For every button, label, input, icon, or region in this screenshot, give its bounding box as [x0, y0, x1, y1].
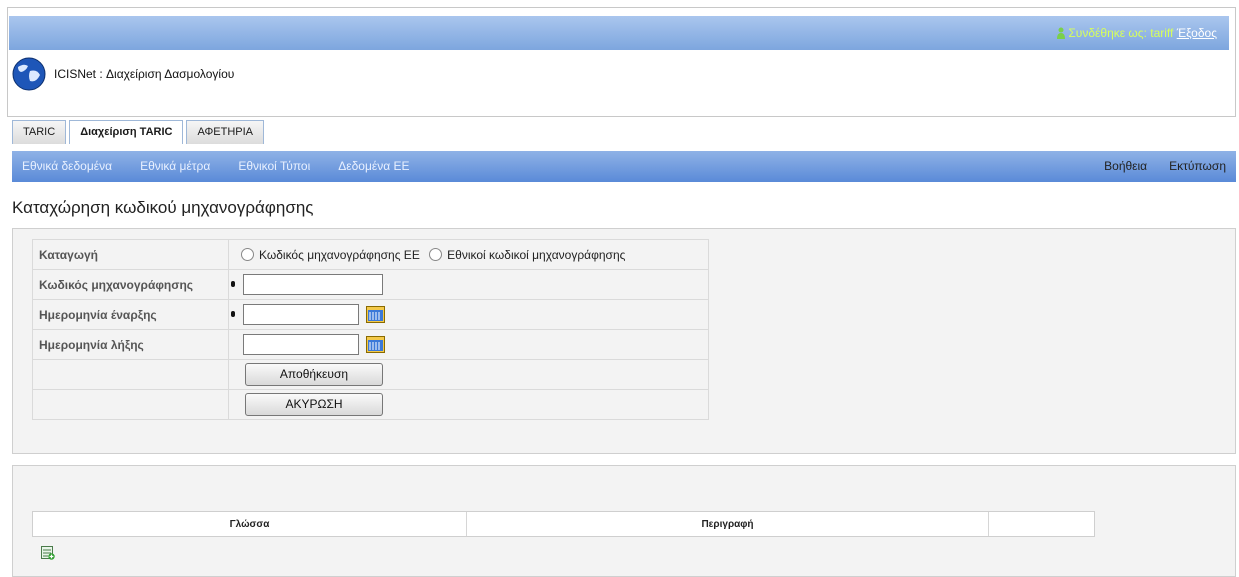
tab-taric[interactable]: TARIC — [12, 120, 67, 144]
radio-origin-national[interactable] — [429, 247, 443, 261]
app-title-text: ICISNet : Διαχείριση Δασμολογίου — [54, 67, 235, 81]
calendar-icon[interactable] — [366, 306, 386, 323]
nav-eu-data[interactable]: Δεδομένα ΕΕ — [338, 159, 409, 173]
save-button[interactable]: Αποθήκευση — [245, 363, 383, 386]
origin-eu-label: Κωδικός μηχανογράφησης ΕΕ — [259, 247, 420, 262]
end-date-label: Ημερομηνία λήξης — [32, 329, 229, 360]
origin-row: Καταγωγή Κωδικός μηχανογράφησης ΕΕ Εθνικ… — [32, 239, 709, 270]
start-date-row: Ημερομηνία έναρξης — [32, 299, 709, 330]
descriptions-grid-header: Γλώσσα Περιγραφή — [32, 511, 1095, 537]
descriptions-panel: Γλώσσα Περιγραφή — [12, 465, 1236, 577]
start-date-label: Ημερομηνία έναρξης — [32, 299, 229, 330]
origin-label: Καταγωγή — [32, 239, 229, 270]
logout-link[interactable]: Έξοδος — [1177, 26, 1217, 40]
column-language[interactable]: Γλώσσα — [33, 512, 467, 536]
form-panel: Καταγωγή Κωδικός μηχανογράφησης ΕΕ Εθνικ… — [12, 228, 1236, 454]
app-title: ICISNet : Διαχείριση Δασμολογίου — [12, 57, 234, 91]
page-title: Καταχώρηση κωδικού μηχανογράφησης — [12, 198, 314, 217]
cancel-row: ΑΚΥΡΩΣΗ — [32, 389, 709, 420]
header-bar: Συνδέθηκε ως: tariff Έξοδος — [9, 16, 1229, 50]
cancel-button[interactable]: ΑΚΥΡΩΣΗ — [245, 393, 383, 416]
add-row-icon[interactable] — [41, 546, 55, 560]
radio-origin-eu[interactable] — [241, 247, 254, 261]
nav-national-measures[interactable]: Εθνικά μέτρα — [140, 159, 210, 173]
calendar-icon[interactable] — [366, 336, 386, 353]
tab-taric-management[interactable]: Διαχείριση TARIC — [69, 120, 184, 144]
start-date-input[interactable] — [243, 304, 359, 325]
save-row: Αποθήκευση — [32, 359, 709, 390]
required-spacer — [231, 341, 235, 347]
nav-national-types[interactable]: Εθνικοί Τύποι — [238, 159, 310, 173]
origin-national-label: Εθνικοί κωδικοί μηχανογράφησης — [447, 247, 626, 262]
globe-icon — [12, 57, 46, 91]
print-link[interactable]: Εκτύπωση — [1169, 159, 1226, 173]
code-row: Κωδικός μηχανογράφησης — [32, 269, 709, 300]
required-marker — [231, 310, 235, 317]
entry-form: Καταγωγή Κωδικός μηχανογράφησης ΕΕ Εθνικ… — [32, 239, 709, 420]
code-label: Κωδικός μηχανογράφησης — [32, 269, 229, 300]
end-date-row: Ημερομηνία λήξης — [32, 329, 709, 360]
code-input[interactable] — [243, 274, 383, 295]
help-link[interactable]: Βοήθεια — [1104, 159, 1147, 173]
logged-in-label: Συνδέθηκε ως: tariff — [1068, 26, 1174, 40]
tab-afetiria[interactable]: ΑΦΕΤΗΡΙΑ — [186, 120, 265, 144]
user-info: Συνδέθηκε ως: tariff Έξοδος — [1056, 26, 1217, 40]
navigation-bar: Εθνικά δεδομένα Εθνικά μέτρα Εθνικοί Τύπ… — [12, 151, 1236, 182]
required-marker — [231, 280, 235, 287]
user-icon — [1056, 27, 1066, 39]
tab-bar: TARIC Διαχείριση TARIC ΑΦΕΤΗΡΙΑ — [12, 120, 267, 144]
end-date-input[interactable] — [243, 334, 359, 355]
column-actions — [989, 512, 1094, 536]
nav-national-data[interactable]: Εθνικά δεδομένα — [22, 159, 112, 173]
column-description[interactable]: Περιγραφή — [467, 512, 989, 536]
